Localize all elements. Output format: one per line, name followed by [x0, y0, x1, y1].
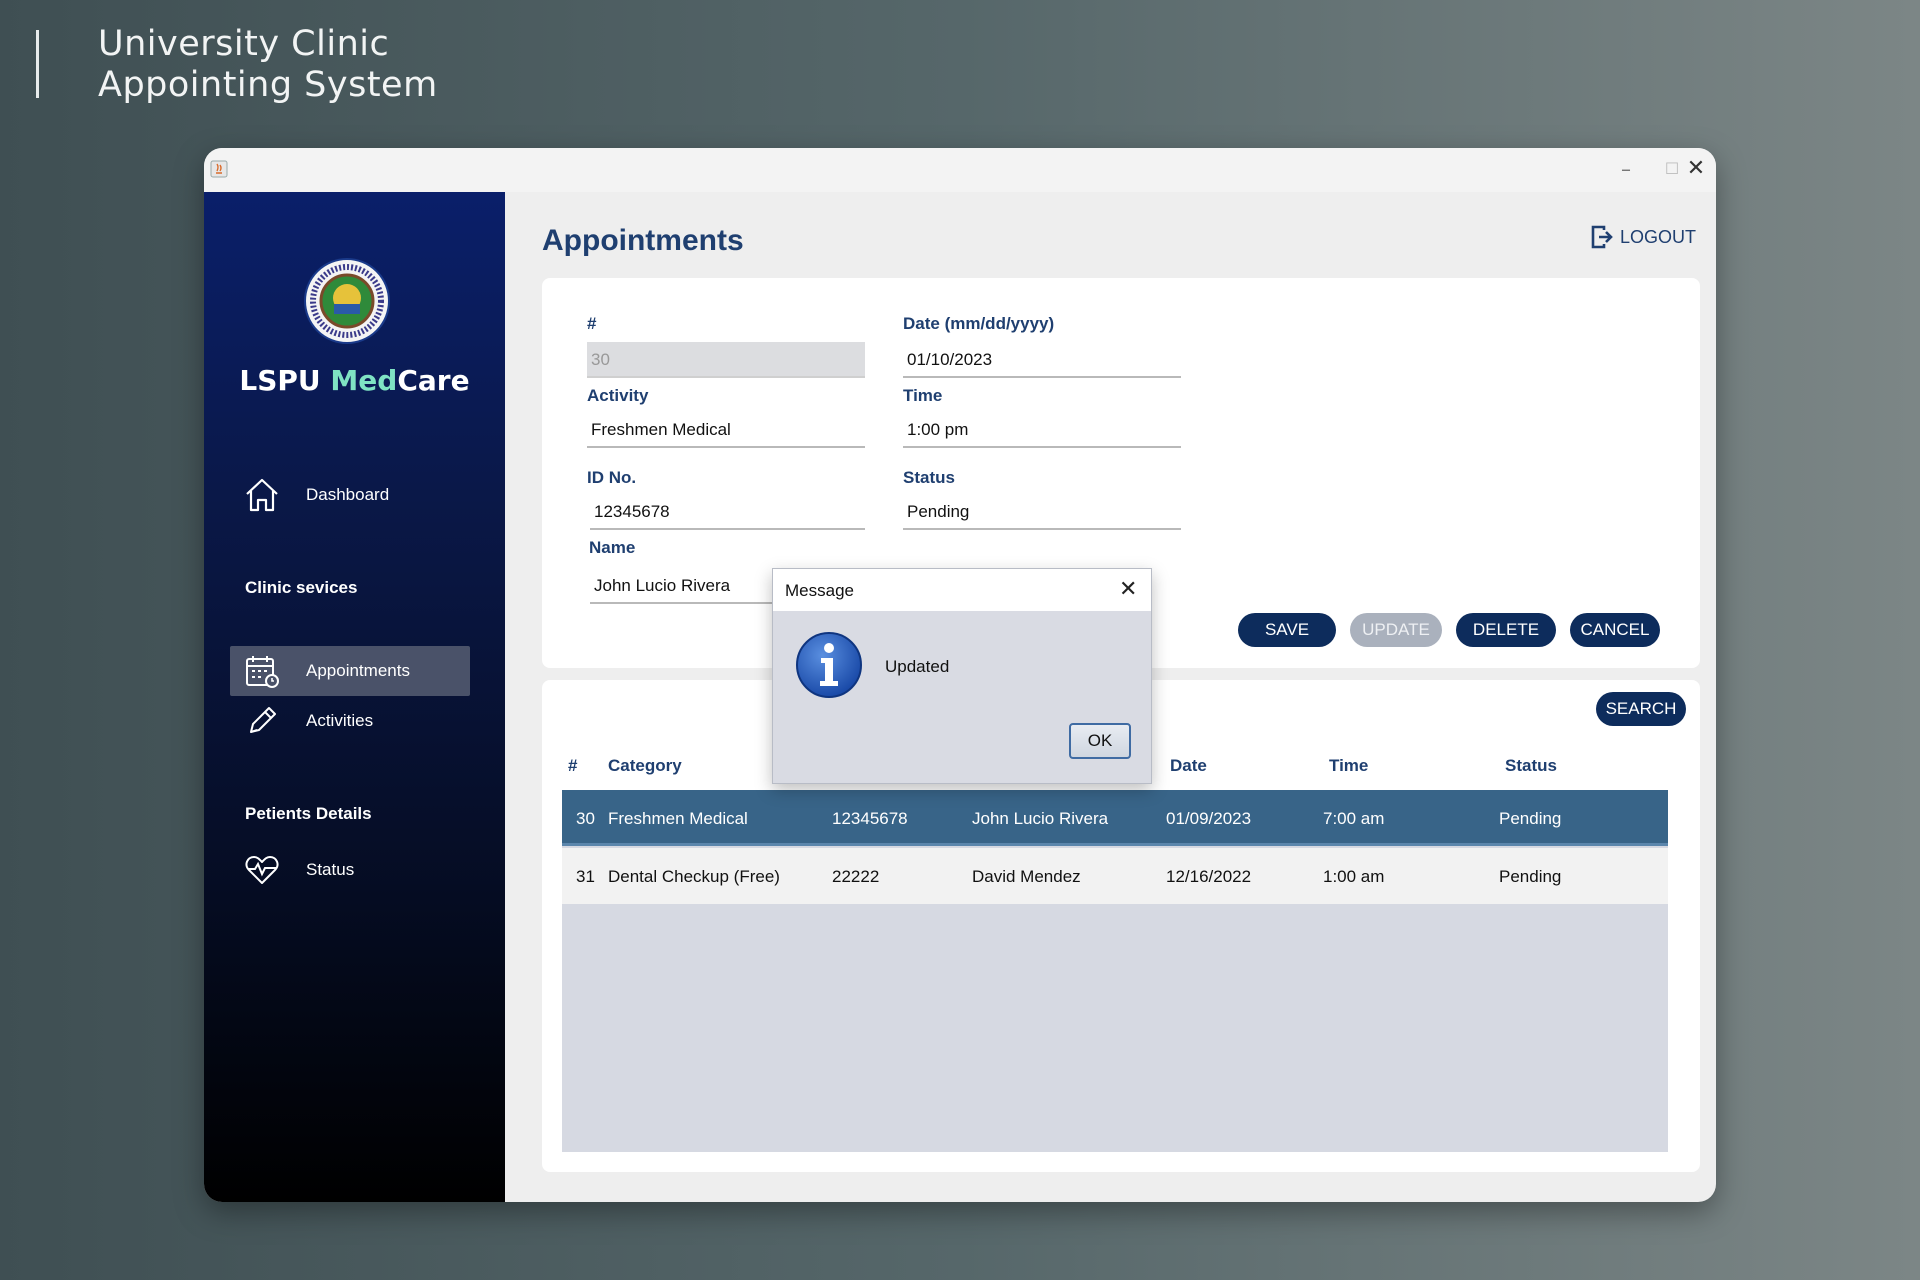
- sidebar-item-label: Status: [306, 860, 355, 879]
- cell-status: Pending: [1499, 867, 1562, 886]
- sidebar-item-activities[interactable]: Activities: [230, 696, 470, 746]
- ok-button[interactable]: OK: [1069, 723, 1131, 759]
- cell-number: 30: [576, 809, 595, 828]
- column-header-status[interactable]: Status: [1505, 756, 1557, 776]
- heartbeat-icon: [242, 850, 282, 890]
- sidebar-item-label: Dashboard: [306, 485, 390, 504]
- presentation-title: University Clinic Appointing System: [98, 24, 438, 106]
- cell-time: 1:00 am: [1323, 867, 1385, 886]
- cell-id: 12345678: [832, 809, 908, 828]
- sidebar-item-appointments[interactable]: Appointments: [230, 646, 470, 696]
- cell-number: 31: [576, 867, 595, 886]
- date-field[interactable]: 01/10/2023: [903, 342, 1181, 378]
- cell-category: Freshmen Medical: [608, 809, 748, 828]
- brand-accent: Med: [330, 364, 398, 397]
- column-header-time[interactable]: Time: [1329, 756, 1368, 776]
- sidebar-item-dashboard[interactable]: Dashboard: [230, 470, 470, 520]
- status-label: Status: [903, 468, 955, 487]
- status-field[interactable]: Pending: [903, 494, 1181, 530]
- dialog-titlebar: Message ✕: [773, 569, 1151, 611]
- logout-button[interactable]: LOGOUT: [1590, 224, 1696, 250]
- presentation-title-line2: Appointing System: [98, 65, 438, 105]
- home-icon: [242, 475, 282, 515]
- window-titlebar: – ☐ ✕: [204, 148, 1716, 192]
- message-dialog: Message ✕ Updated OK: [772, 568, 1152, 784]
- search-button[interactable]: SEARCH: [1596, 692, 1686, 726]
- brand-part1: LSPU: [239, 364, 331, 397]
- number-field: 30: [587, 342, 865, 378]
- time-field[interactable]: 1:00 pm: [903, 412, 1181, 448]
- activity-label: Activity: [587, 386, 649, 405]
- dialog-title: Message: [785, 581, 854, 600]
- sidebar-item-label: Activities: [306, 711, 374, 730]
- table-row[interactable]: 31 Dental Checkup (Free) 22222 David Men…: [562, 848, 1668, 904]
- id-label: ID No.: [587, 468, 637, 487]
- name-label: Name: [589, 538, 636, 557]
- sidebar: LSPU MedCare Dashboard Clinic sevices Ap…: [204, 192, 505, 1202]
- calendar-icon: [242, 651, 282, 691]
- number-label: #: [587, 314, 597, 333]
- cell-time: 7:00 am: [1323, 809, 1385, 828]
- presentation-title-line1: University Clinic: [98, 24, 390, 64]
- cell-name: David Mendez: [972, 867, 1081, 886]
- sidebar-item-label: Appointments: [306, 661, 410, 680]
- dialog-message: Updated: [885, 657, 950, 676]
- table-row[interactable]: 30 Freshmen Medical 12345678 John Lucio …: [562, 790, 1668, 846]
- brand-part2: Care: [397, 364, 470, 397]
- pencil-icon: [242, 701, 282, 741]
- update-button[interactable]: UPDATE: [1350, 613, 1442, 647]
- time-label: Time: [903, 386, 943, 405]
- cell-name: John Lucio Rivera: [972, 809, 1109, 828]
- minimize-icon[interactable]: –: [1606, 156, 1646, 182]
- info-icon: [796, 632, 862, 698]
- dialog-close-icon[interactable]: ✕: [1119, 577, 1137, 602]
- column-header-category[interactable]: Category: [608, 756, 682, 776]
- table-body: 30 Freshmen Medical 12345678 John Lucio …: [562, 790, 1668, 1152]
- logout-icon: [1591, 225, 1613, 249]
- cell-category: Dental Checkup (Free): [608, 867, 780, 886]
- cancel-button[interactable]: CANCEL: [1570, 613, 1660, 647]
- page-title: Appointments: [542, 224, 744, 257]
- university-seal-logo: [304, 258, 390, 344]
- cell-date: 12/16/2022: [1166, 867, 1252, 886]
- section-clinic-services: Clinic sevices: [245, 578, 358, 597]
- brand-name: LSPU MedCare: [204, 364, 505, 397]
- header-divider: [36, 30, 39, 98]
- delete-button[interactable]: DELETE: [1456, 613, 1556, 647]
- logout-label: LOGOUT: [1620, 226, 1697, 247]
- cell-id: 22222: [832, 867, 880, 886]
- column-header-number[interactable]: #: [568, 756, 577, 776]
- java-app-icon: [210, 160, 228, 178]
- app-window: – ☐ ✕ LSPU MedCare Dashboard Clinic sevi…: [204, 148, 1716, 1202]
- save-button[interactable]: SAVE: [1238, 613, 1336, 647]
- sidebar-item-status[interactable]: Status: [230, 845, 470, 895]
- cell-status: Pending: [1499, 809, 1562, 828]
- close-icon[interactable]: ✕: [1676, 156, 1716, 182]
- cell-date: 01/09/2023: [1166, 809, 1252, 828]
- activity-field[interactable]: Freshmen Medical: [587, 412, 865, 448]
- section-patients-details: Petients Details: [245, 804, 372, 823]
- date-label: Date (mm/dd/yyyy): [903, 314, 1055, 333]
- id-field[interactable]: 12345678: [590, 494, 865, 530]
- column-header-date[interactable]: Date: [1170, 756, 1207, 776]
